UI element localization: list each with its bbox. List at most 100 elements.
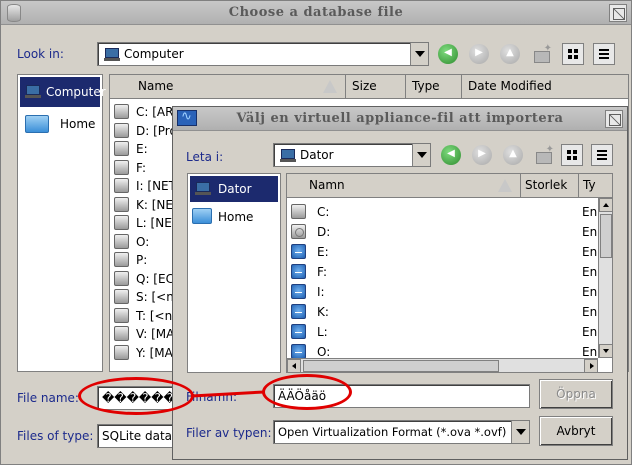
files-of-type-label: Filer av typen:	[186, 426, 272, 440]
title-bar[interactable]: Choose a database file	[1, 1, 631, 25]
scroll-down-icon[interactable]	[599, 344, 612, 358]
column-header-size[interactable]: Storlek	[521, 174, 579, 198]
file-name: V: [MA	[136, 327, 175, 341]
file-name: L:	[317, 325, 328, 339]
computer-icon	[280, 149, 296, 162]
look-in-combo[interactable]: Computer	[97, 42, 429, 66]
close-icon[interactable]	[605, 110, 623, 128]
computer-icon	[195, 182, 211, 195]
file-name: C: [AR	[136, 105, 174, 119]
icon-view-icon[interactable]	[562, 43, 584, 65]
column-header-size[interactable]: Size	[346, 75, 406, 99]
list-item[interactable]: F: Enh	[287, 262, 612, 282]
column-label: Storlek	[525, 178, 568, 192]
list-item[interactable]: C: Enh	[287, 202, 612, 222]
list-item[interactable]: K: Enh	[287, 302, 612, 322]
drive-icon	[291, 224, 306, 239]
sidebar-item-dator[interactable]: Dator	[190, 176, 278, 202]
cancel-button-label: Avbryt	[556, 424, 596, 438]
files-of-type-value: Open Virtualization Format (*.ova *.ovf)	[278, 425, 507, 439]
sidebar-item-computer[interactable]: Computer	[20, 77, 106, 107]
folder-icon	[25, 115, 49, 133]
drive-icon	[291, 204, 306, 219]
open-button[interactable]: Öppna	[539, 379, 613, 409]
file-name: K:	[317, 305, 329, 319]
detail-view-icon[interactable]	[593, 43, 615, 65]
file-name: S: [<n	[136, 290, 174, 304]
open-button-label: Öppna	[556, 387, 596, 401]
file-name: I:	[317, 285, 325, 299]
sort-ascending-icon	[498, 179, 512, 192]
sidebar-item-home[interactable]: Home	[190, 204, 278, 230]
file-name: E:	[136, 142, 148, 156]
drive-icon	[114, 196, 129, 212]
close-icon[interactable]	[609, 4, 627, 22]
look-in-value: Dator	[300, 148, 334, 162]
list-item[interactable]: L: Enh	[287, 322, 612, 342]
column-header-name[interactable]: Namn	[287, 174, 521, 198]
back-icon[interactable]	[438, 44, 458, 64]
column-header-type[interactable]: Ty	[579, 174, 612, 198]
files-of-type-select[interactable]: Open Virtualization Format (*.ova *.ovf)	[273, 420, 530, 444]
column-header-type[interactable]: Type	[406, 75, 462, 99]
file-list: Namn Storlek Ty C: Enh D: Enh E: Enh F: Enh I: En…	[286, 173, 613, 373]
list-item[interactable]: I: Enh	[287, 282, 612, 302]
file-name: Y: [MA	[136, 345, 173, 360]
file-name: D:	[317, 225, 331, 239]
sidebar-item-label: Home	[60, 117, 96, 131]
file-name: D: [Pro	[136, 123, 177, 138]
highlight-ellipse	[78, 377, 194, 415]
up-icon[interactable]	[500, 44, 520, 64]
sidebar-item-home[interactable]: Home	[20, 109, 100, 139]
look-in-combo[interactable]: Dator	[273, 143, 431, 167]
list-item[interactable]: D: Enh	[287, 222, 612, 242]
places-sidebar: Computer Home	[17, 74, 106, 372]
horizontal-scrollbar[interactable]	[287, 358, 598, 372]
chevron-down-icon[interactable]	[410, 43, 428, 65]
scroll-thumb[interactable]	[600, 214, 612, 258]
scroll-left-icon[interactable]	[287, 359, 301, 372]
drive-icon	[114, 252, 129, 267]
window-title: Choose a database file	[228, 5, 404, 20]
drive-icon	[291, 244, 306, 259]
sidebar-item-label: Home	[218, 210, 254, 224]
computer-icon	[104, 48, 120, 61]
file-name: I: [NET	[136, 179, 176, 193]
cancel-button[interactable]: Avbryt	[539, 416, 613, 446]
chevron-down-icon[interactable]	[412, 144, 430, 166]
list-item[interactable]: E: Enh	[287, 242, 612, 262]
drive-icon	[114, 233, 129, 249]
highlight-ellipse	[262, 374, 352, 410]
column-label: Ty	[583, 178, 596, 192]
drive-icon	[291, 284, 306, 299]
title-bar[interactable]: Välj en virtuell appliance-fil att impor…	[173, 107, 627, 131]
drive-icon	[114, 141, 129, 156]
chevron-down-icon[interactable]	[511, 421, 529, 443]
forward-icon[interactable]	[472, 145, 492, 165]
sidebar-item-label: Computer	[46, 85, 106, 99]
forward-icon[interactable]	[469, 44, 489, 64]
drive-icon	[114, 270, 129, 286]
scroll-right-icon[interactable]	[584, 359, 598, 372]
look-in-value: Computer	[124, 47, 184, 61]
sort-ascending-icon	[323, 80, 337, 93]
icon-view-icon[interactable]	[561, 144, 583, 166]
column-header-date[interactable]: Date Modified	[462, 75, 628, 99]
new-folder-icon[interactable]	[534, 144, 554, 164]
file-name: O:	[317, 345, 331, 359]
scroll-up-icon[interactable]	[599, 198, 612, 212]
column-label: Name	[138, 79, 174, 93]
vertical-scrollbar[interactable]	[598, 198, 612, 358]
column-header-name[interactable]: Name	[110, 75, 346, 99]
files-of-type-label: Files of type:	[17, 429, 94, 443]
drive-icon	[114, 215, 129, 230]
up-icon[interactable]	[503, 145, 523, 165]
annotation-connector	[191, 390, 265, 398]
window-title: Välj en virtuell appliance-fil att impor…	[236, 111, 564, 126]
scroll-thumb[interactable]	[303, 360, 499, 372]
detail-view-icon[interactable]	[591, 144, 613, 166]
drive-icon	[114, 289, 129, 304]
drive-icon	[291, 264, 306, 279]
back-icon[interactable]	[441, 145, 461, 165]
new-folder-icon[interactable]	[532, 43, 552, 63]
